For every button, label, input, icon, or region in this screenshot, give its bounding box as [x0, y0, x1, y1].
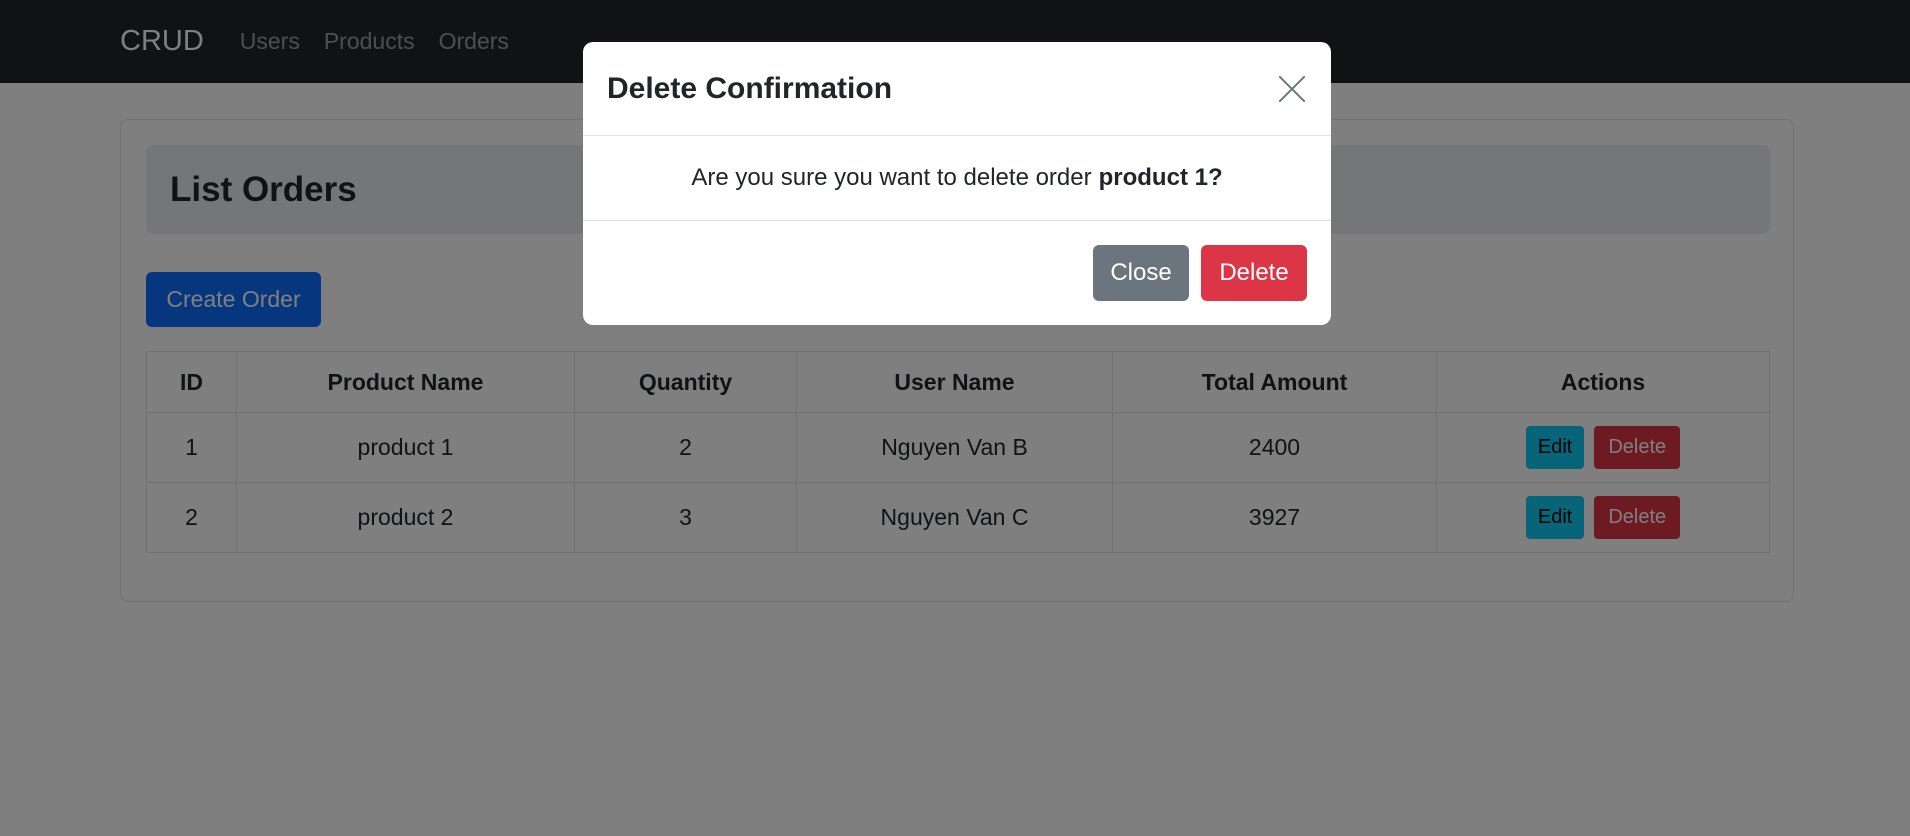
close-icon[interactable]	[1277, 74, 1307, 104]
modal-message: Are you sure you want to delete order	[691, 164, 1092, 191]
modal-footer: Close Delete	[583, 221, 1331, 325]
modal-body: Are you sure you want to delete order pr…	[583, 136, 1331, 221]
modal-title: Delete Confirmation	[607, 71, 893, 105]
delete-confirmation-modal: Delete Confirmation Are you sure you wan…	[583, 42, 1331, 325]
modal-header: Delete Confirmation	[583, 42, 1331, 136]
confirm-delete-button[interactable]: Delete	[1201, 245, 1307, 301]
close-button[interactable]: Close	[1093, 245, 1189, 301]
modal-target: product 1?	[1098, 164, 1223, 191]
